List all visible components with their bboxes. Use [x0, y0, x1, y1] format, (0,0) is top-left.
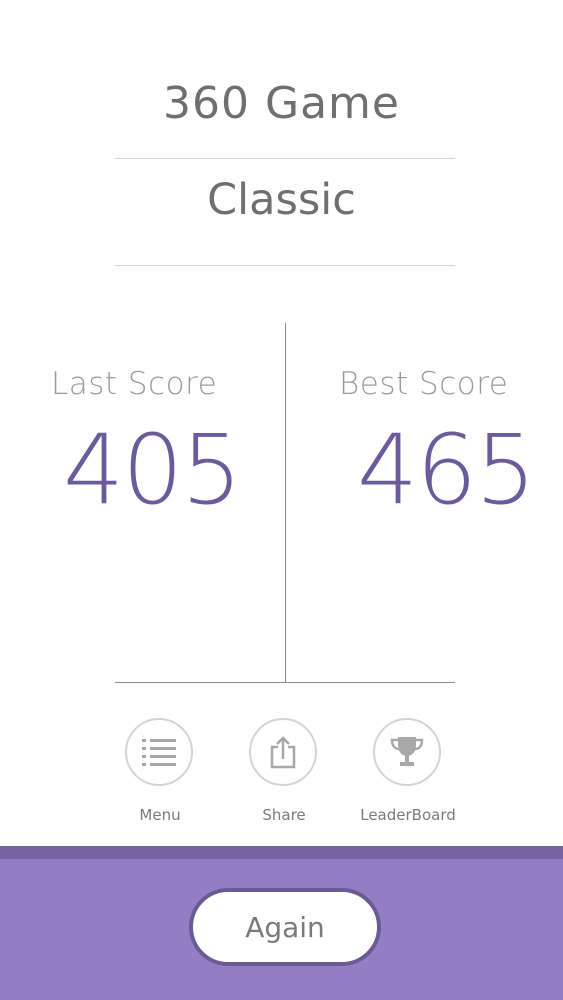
game-title: 360 Game	[163, 78, 400, 129]
share-button-label: Share	[262, 806, 306, 824]
title-divider	[115, 158, 455, 159]
menu-button[interactable]	[125, 718, 193, 786]
score-separator-vertical	[285, 323, 286, 683]
menu-button-label: Menu	[139, 806, 181, 824]
last-score-value: 405	[63, 414, 242, 526]
mode-divider	[115, 265, 455, 266]
bottom-bar-stripe	[0, 846, 563, 859]
best-score-label: Best Score	[339, 366, 509, 402]
menu-icon	[142, 739, 176, 766]
again-button-label: Again	[245, 910, 325, 944]
trophy-icon	[390, 737, 424, 766]
share-button[interactable]	[249, 718, 317, 786]
again-button[interactable]: Again	[189, 888, 381, 966]
last-score-label: Last Score	[51, 366, 218, 402]
leaderboard-button-label: LeaderBoard	[360, 806, 456, 824]
game-mode-label: Classic	[207, 175, 356, 225]
share-icon	[270, 736, 296, 769]
score-separator-horizontal	[115, 682, 455, 683]
best-score-value: 465	[357, 414, 536, 526]
leaderboard-button[interactable]	[373, 718, 441, 786]
